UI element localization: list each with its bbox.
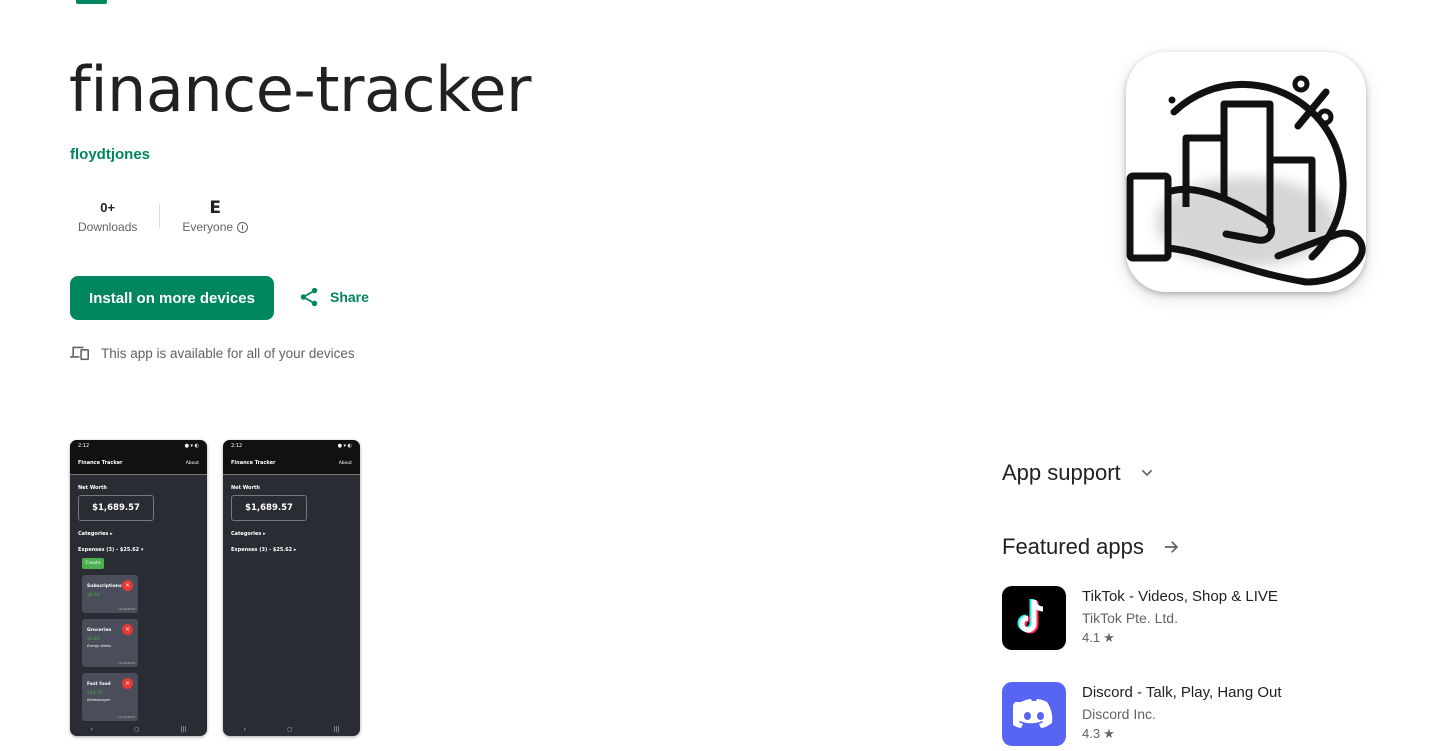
content-rating-badge: E: [209, 198, 222, 218]
screenshot-about: About: [338, 460, 352, 466]
star-icon: ★: [1103, 726, 1115, 741]
android-navbar: ‹ ○ |||: [70, 722, 207, 736]
share-label: Share: [330, 289, 369, 305]
status-icons: ● ▾ ◐: [337, 443, 352, 449]
chevron-down-icon: [1141, 469, 1152, 477]
featured-apps-link[interactable]: Featured apps: [1002, 534, 1180, 560]
status-time: 2:12: [231, 443, 243, 449]
screenshot-app-title: Finance Tracker: [231, 460, 276, 466]
android-navbar: ‹ ○ |||: [223, 722, 360, 736]
home-icon: ○: [134, 725, 140, 733]
screenshot-app-title: Finance Tracker: [78, 460, 123, 466]
app-icon: [1126, 52, 1366, 292]
net-worth-label: Net Worth: [78, 485, 107, 491]
home-icon: ○: [287, 725, 293, 733]
device-availability: This app is available for all of your de…: [70, 345, 355, 361]
categories-label: Categories ▸: [231, 531, 266, 537]
downloads-stat: 0+ Downloads: [78, 198, 137, 234]
app-support-title: App support: [1002, 460, 1121, 485]
finance-hand-chart-icon: [1126, 75, 1366, 286]
arrow-right-icon: [1164, 541, 1179, 553]
net-worth-value: $1,689.57: [78, 495, 154, 521]
recents-icon: |||: [180, 725, 187, 733]
star-icon: ★: [1103, 630, 1115, 645]
stat-divider: [159, 204, 161, 228]
screenshot-1[interactable]: 2:12 ● ▾ ◐ Finance Tracker About Net Wort…: [70, 440, 207, 736]
expense-card: Fast food $13.35 Whataburger 11/14/2023 …: [82, 673, 138, 721]
recents-icon: |||: [333, 725, 340, 733]
developer-link[interactable]: floydtjones: [70, 146, 150, 163]
app-stats: 0+ Downloads E Everyone: [70, 198, 249, 234]
create-button: Create: [82, 558, 104, 569]
active-tab-indicator: [76, 0, 107, 4]
content-rating-stat[interactable]: E Everyone: [182, 198, 249, 234]
net-worth-value: $1,689.57: [231, 495, 307, 521]
expense-card: Groceries $5.65 Energy drinks 11/14/2023…: [82, 619, 138, 667]
categories-label: Categories ▸: [78, 531, 113, 537]
featured-app-name: TikTok - Videos, Shop & LIVE: [1082, 588, 1278, 605]
back-icon: ‹: [243, 725, 246, 733]
share-button[interactable]: Share: [298, 286, 369, 308]
featured-app-developer: Discord Inc.: [1082, 706, 1156, 722]
status-time: 2:12: [78, 443, 90, 449]
featured-app-rating: 4.3: [1082, 726, 1101, 741]
expense-card: Subscriptions $6.62 11/14/2023 ×: [82, 575, 138, 613]
delete-icon: ×: [122, 678, 133, 689]
screenshot-about: About: [185, 460, 199, 466]
app-title: finance-tracker: [69, 53, 531, 126]
discord-icon: [1002, 682, 1066, 746]
screenshot-2[interactable]: 2:12 ● ▾ ◐ Finance Tracker About Net Wort…: [223, 440, 360, 736]
downloads-label: Downloads: [78, 220, 138, 234]
share-icon: [300, 287, 318, 307]
expenses-label: Expenses (3) - $25.62 ▸: [231, 547, 297, 553]
featured-app-item[interactable]: TikTok - Videos, Shop & LIVE TikTok Pte.…: [1002, 586, 1278, 650]
back-icon: ‹: [90, 725, 93, 733]
devices-icon: [70, 346, 89, 361]
featured-app-name: Discord - Talk, Play, Hang Out: [1082, 684, 1282, 701]
info-icon[interactable]: [237, 221, 249, 233]
install-button[interactable]: Install on more devices: [70, 276, 274, 320]
content-rating-label: Everyone: [182, 220, 234, 234]
featured-app-rating: 4.1: [1082, 630, 1101, 645]
app-support-toggle[interactable]: App support: [1002, 460, 1155, 486]
featured-app-developer: TikTok Pte. Ltd.: [1082, 610, 1178, 626]
availability-text: This app is available for all of your de…: [101, 345, 355, 361]
expenses-label: Expenses (3) - $25.62 ▾: [78, 547, 144, 553]
tiktok-icon: [1002, 586, 1066, 650]
delete-icon: ×: [122, 624, 133, 635]
featured-app-item[interactable]: Discord - Talk, Play, Hang Out Discord I…: [1002, 682, 1282, 746]
featured-apps-title: Featured apps: [1002, 534, 1144, 559]
downloads-value: 0+: [100, 200, 116, 215]
delete-icon: ×: [122, 580, 133, 591]
net-worth-label: Net Worth: [231, 485, 260, 491]
status-icons: ● ▾ ◐: [184, 443, 199, 449]
